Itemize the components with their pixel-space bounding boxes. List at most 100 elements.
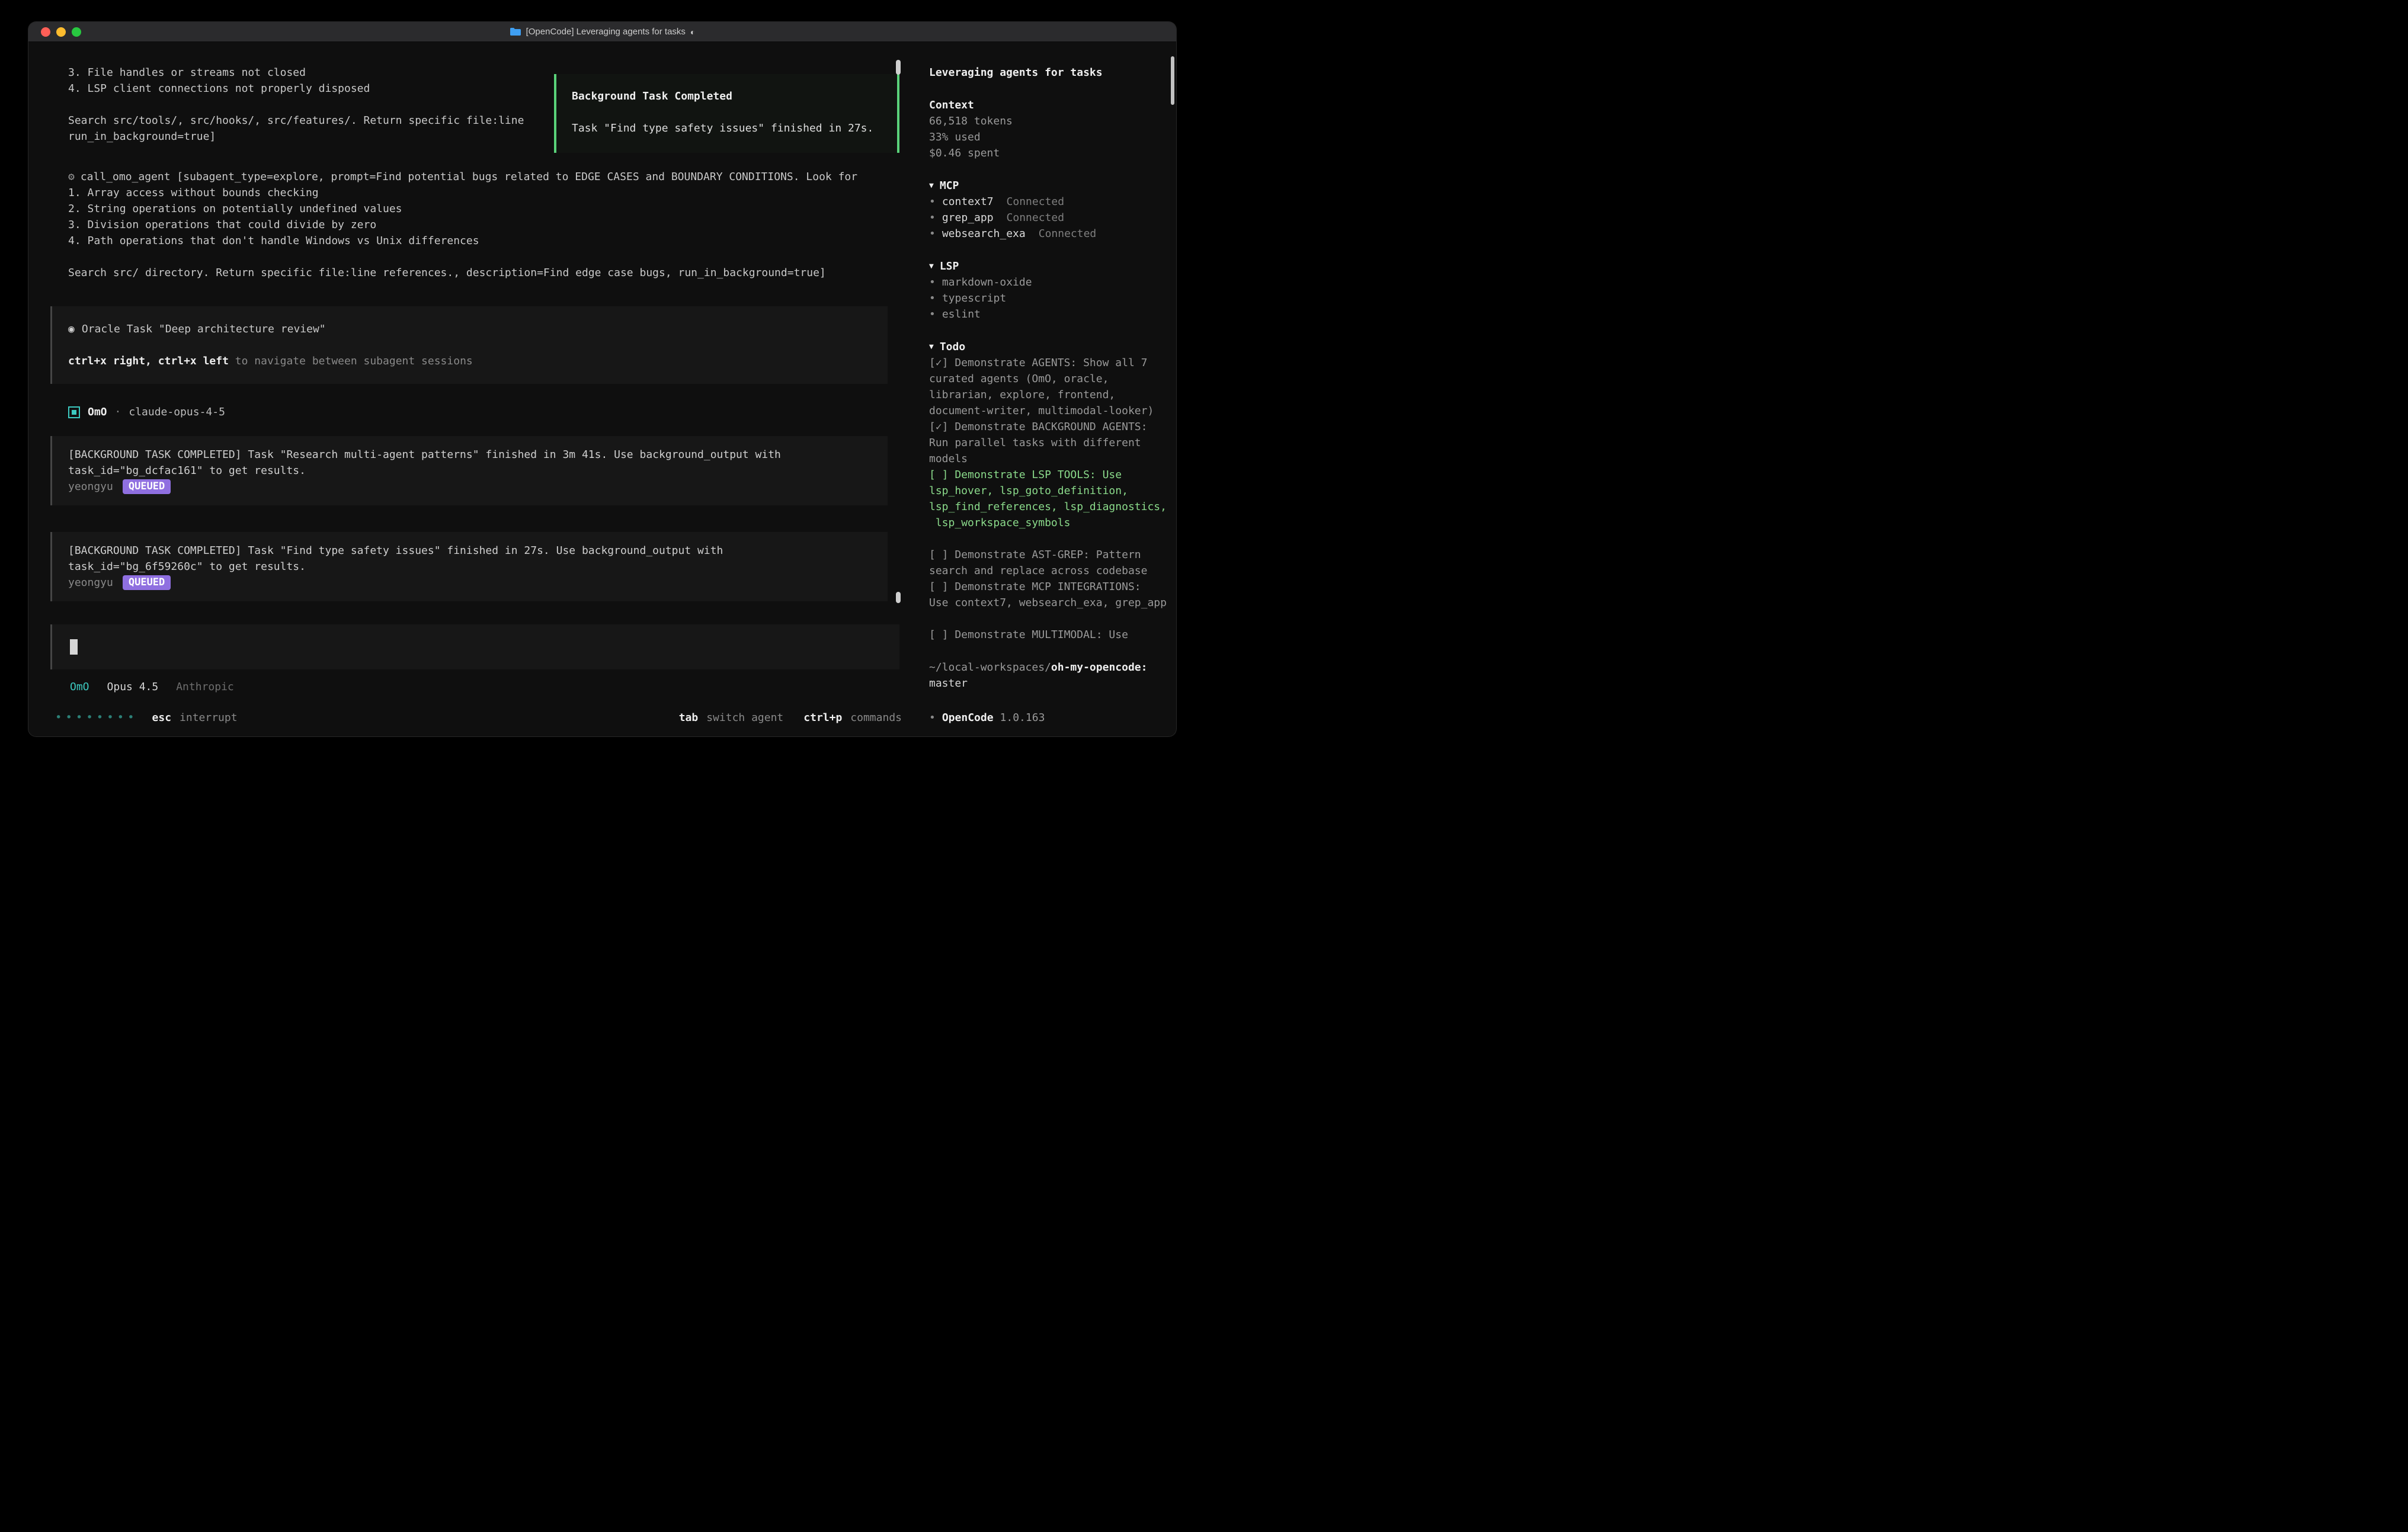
- workspace-repo: oh-my-opencode:: [1051, 661, 1148, 674]
- esc-key-hint: esc: [152, 710, 172, 726]
- sidebar: Leveraging agents for tasks Context 66,5…: [917, 42, 1176, 736]
- message-meta: yeongyu QUEUED: [68, 479, 873, 495]
- context-spent: $0.46 spent: [929, 145, 1170, 161]
- blank-line: [68, 337, 873, 353]
- model-full-name: Opus 4.5: [107, 679, 159, 695]
- message-background-task-2: [BACKGROUND TASK COMPLETED] Task "Find t…: [50, 532, 888, 601]
- lsp-heading-label: LSP: [940, 258, 959, 274]
- mcp-section: ▼ MCP • context7 Connected • grep_app Co…: [929, 178, 1170, 242]
- mcp-item-status: Connected: [1039, 226, 1097, 242]
- navigation-hint: ctrl+x right, ctrl+x left to navigate be…: [68, 353, 873, 369]
- esc-key-label: interrupt: [180, 710, 238, 726]
- progress-spinner-icon: ◐: [690, 27, 695, 37]
- prompt-input[interactable]: [50, 624, 899, 669]
- bullet-icon: •: [929, 210, 936, 226]
- lsp-item-name: eslint: [942, 306, 981, 322]
- hint-keys: ctrl+x right, ctrl+x left: [68, 355, 229, 367]
- bullet-icon: •: [929, 290, 936, 306]
- record-icon: ◉: [68, 323, 75, 335]
- mcp-heading-label: MCP: [940, 178, 959, 194]
- todo-heading-label: Todo: [940, 339, 965, 355]
- mcp-item-status: Connected: [1007, 194, 1065, 210]
- window-title: [OpenCode] Leveraging agents for tasks ◐: [510, 27, 696, 37]
- lsp-item-name: typescript: [942, 290, 1006, 306]
- chevron-down-icon: ▼: [929, 339, 934, 355]
- tool-call-text: ⚙call_omo_agent [subagent_type=explore, …: [68, 169, 917, 281]
- app-version: 1.0.163: [1000, 710, 1045, 726]
- folder-icon: [510, 27, 521, 36]
- hint-text: to navigate between subagent sessions: [229, 355, 473, 367]
- window-title-text: [OpenCode] Leveraging agents for tasks: [526, 27, 686, 37]
- main-scrollbar-thumb-top[interactable]: [896, 60, 901, 75]
- lsp-heading[interactable]: ▼ LSP: [929, 258, 1170, 274]
- workspace-branch: master: [929, 675, 1170, 691]
- bullet-icon: •: [929, 274, 936, 290]
- todo-item-multimodal: [ ] Demonstrate MULTIMODAL: Use: [929, 627, 1170, 643]
- chevron-down-icon: ▼: [929, 258, 934, 274]
- main-scrollbar-thumb-bottom[interactable]: [896, 592, 901, 603]
- window-titlebar[interactable]: [OpenCode] Leveraging agents for tasks ◐: [28, 22, 1176, 42]
- toast-body: Task "Find type safety issues" finished …: [572, 120, 885, 136]
- tab-key-label: switch agent: [706, 710, 783, 726]
- mcp-heading[interactable]: ▼ MCP: [929, 178, 1170, 194]
- model-provider: Anthropic: [176, 679, 234, 695]
- lsp-item-name: markdown-oxide: [942, 274, 1032, 290]
- window-controls: [41, 22, 81, 41]
- status-badge: QUEUED: [123, 575, 171, 590]
- app-brand: OpenCode: [942, 710, 994, 726]
- bullet-icon: •: [929, 194, 936, 210]
- context-tokens: 66,518 tokens: [929, 113, 1170, 129]
- status-bar: •••••••• esc interrupt tab switch agent …: [55, 710, 902, 726]
- bullet-icon: •: [929, 710, 936, 726]
- gear-icon: ⚙: [68, 171, 75, 183]
- agent-header: OmO · claude-opus-4-5: [68, 404, 917, 420]
- session-title: Leveraging agents for tasks: [929, 65, 1170, 81]
- chevron-down-icon: ▼: [929, 178, 934, 194]
- close-button[interactable]: [41, 27, 50, 37]
- mcp-item-name: grep_app: [942, 210, 994, 226]
- mcp-item-status: Connected: [1007, 210, 1065, 226]
- window-content: 3. File handles or streams not closed 4.…: [28, 42, 1176, 736]
- tool-call-body: call_omo_agent [subagent_type=explore, p…: [68, 171, 857, 279]
- todo-heading[interactable]: ▼ Todo: [929, 339, 1170, 355]
- mcp-item-grep-app: • grep_app Connected: [929, 210, 1170, 226]
- mcp-item-name: websearch_exa: [942, 226, 1026, 242]
- mcp-item-websearch-exa: • websearch_exa Connected: [929, 226, 1170, 242]
- minimize-button[interactable]: [56, 27, 66, 37]
- context-heading-label: Context: [929, 97, 974, 113]
- tab-key-hint: tab: [679, 710, 699, 726]
- commands-key-hint: ctrl+p: [803, 710, 842, 726]
- oracle-task-panel: ◉Oracle Task "Deep architecture review" …: [50, 306, 888, 384]
- text-cursor: [70, 639, 78, 655]
- app-version-row: • OpenCode 1.0.163: [929, 710, 1045, 726]
- message-text: [BACKGROUND TASK COMPLETED] Task "Find t…: [68, 543, 873, 575]
- separator-dot: ·: [115, 404, 121, 420]
- sidebar-scrollbar-thumb[interactable]: [1171, 56, 1174, 105]
- commands-key-label: commands: [850, 710, 902, 726]
- todo-section: ▼ Todo [✓] Demonstrate AGENTS: Show all …: [929, 339, 1170, 643]
- bullet-icon: •: [929, 226, 936, 242]
- model-short-name: OmO: [70, 679, 89, 695]
- context-used: 33% used: [929, 129, 1170, 145]
- toast-title: Background Task Completed: [572, 88, 885, 104]
- lsp-item-typescript: • typescript: [929, 290, 1170, 306]
- message-author: yeongyu: [68, 479, 113, 495]
- lsp-item-eslint: • eslint: [929, 306, 1170, 322]
- toast-background-task-completed: Background Task Completed Task "Find typ…: [554, 74, 899, 153]
- lsp-section: ▼ LSP • markdown-oxide • typescript • es…: [929, 258, 1170, 322]
- context-section: Context 66,518 tokens 33% used $0.46 spe…: [929, 97, 1170, 161]
- zoom-button[interactable]: [72, 27, 81, 37]
- workspace-info: ~/local-workspaces/oh-my-opencode: maste…: [929, 659, 1170, 691]
- message-meta: yeongyu QUEUED: [68, 575, 873, 591]
- session-log-pane: 3. File handles or streams not closed 4.…: [28, 42, 917, 736]
- message-author: yeongyu: [68, 575, 113, 591]
- todo-item-ast-grep: [ ] Demonstrate AST-GREP: Pattern search…: [929, 547, 1170, 579]
- message-background-task-1: [BACKGROUND TASK COMPLETED] Task "Resear…: [50, 436, 888, 505]
- activity-dots-icon: ••••••••: [55, 710, 138, 726]
- model-indicator: OmO Opus 4.5 Anthropic: [70, 679, 917, 695]
- workspace-path-row: ~/local-workspaces/oh-my-opencode:: [929, 659, 1170, 675]
- agent-checkbox-icon: [68, 406, 80, 418]
- lsp-item-markdown-oxide: • markdown-oxide: [929, 274, 1170, 290]
- todo-item-background-agents: [✓] Demonstrate BACKGROUND AGENTS: Run p…: [929, 419, 1170, 467]
- bullet-icon: •: [929, 306, 936, 322]
